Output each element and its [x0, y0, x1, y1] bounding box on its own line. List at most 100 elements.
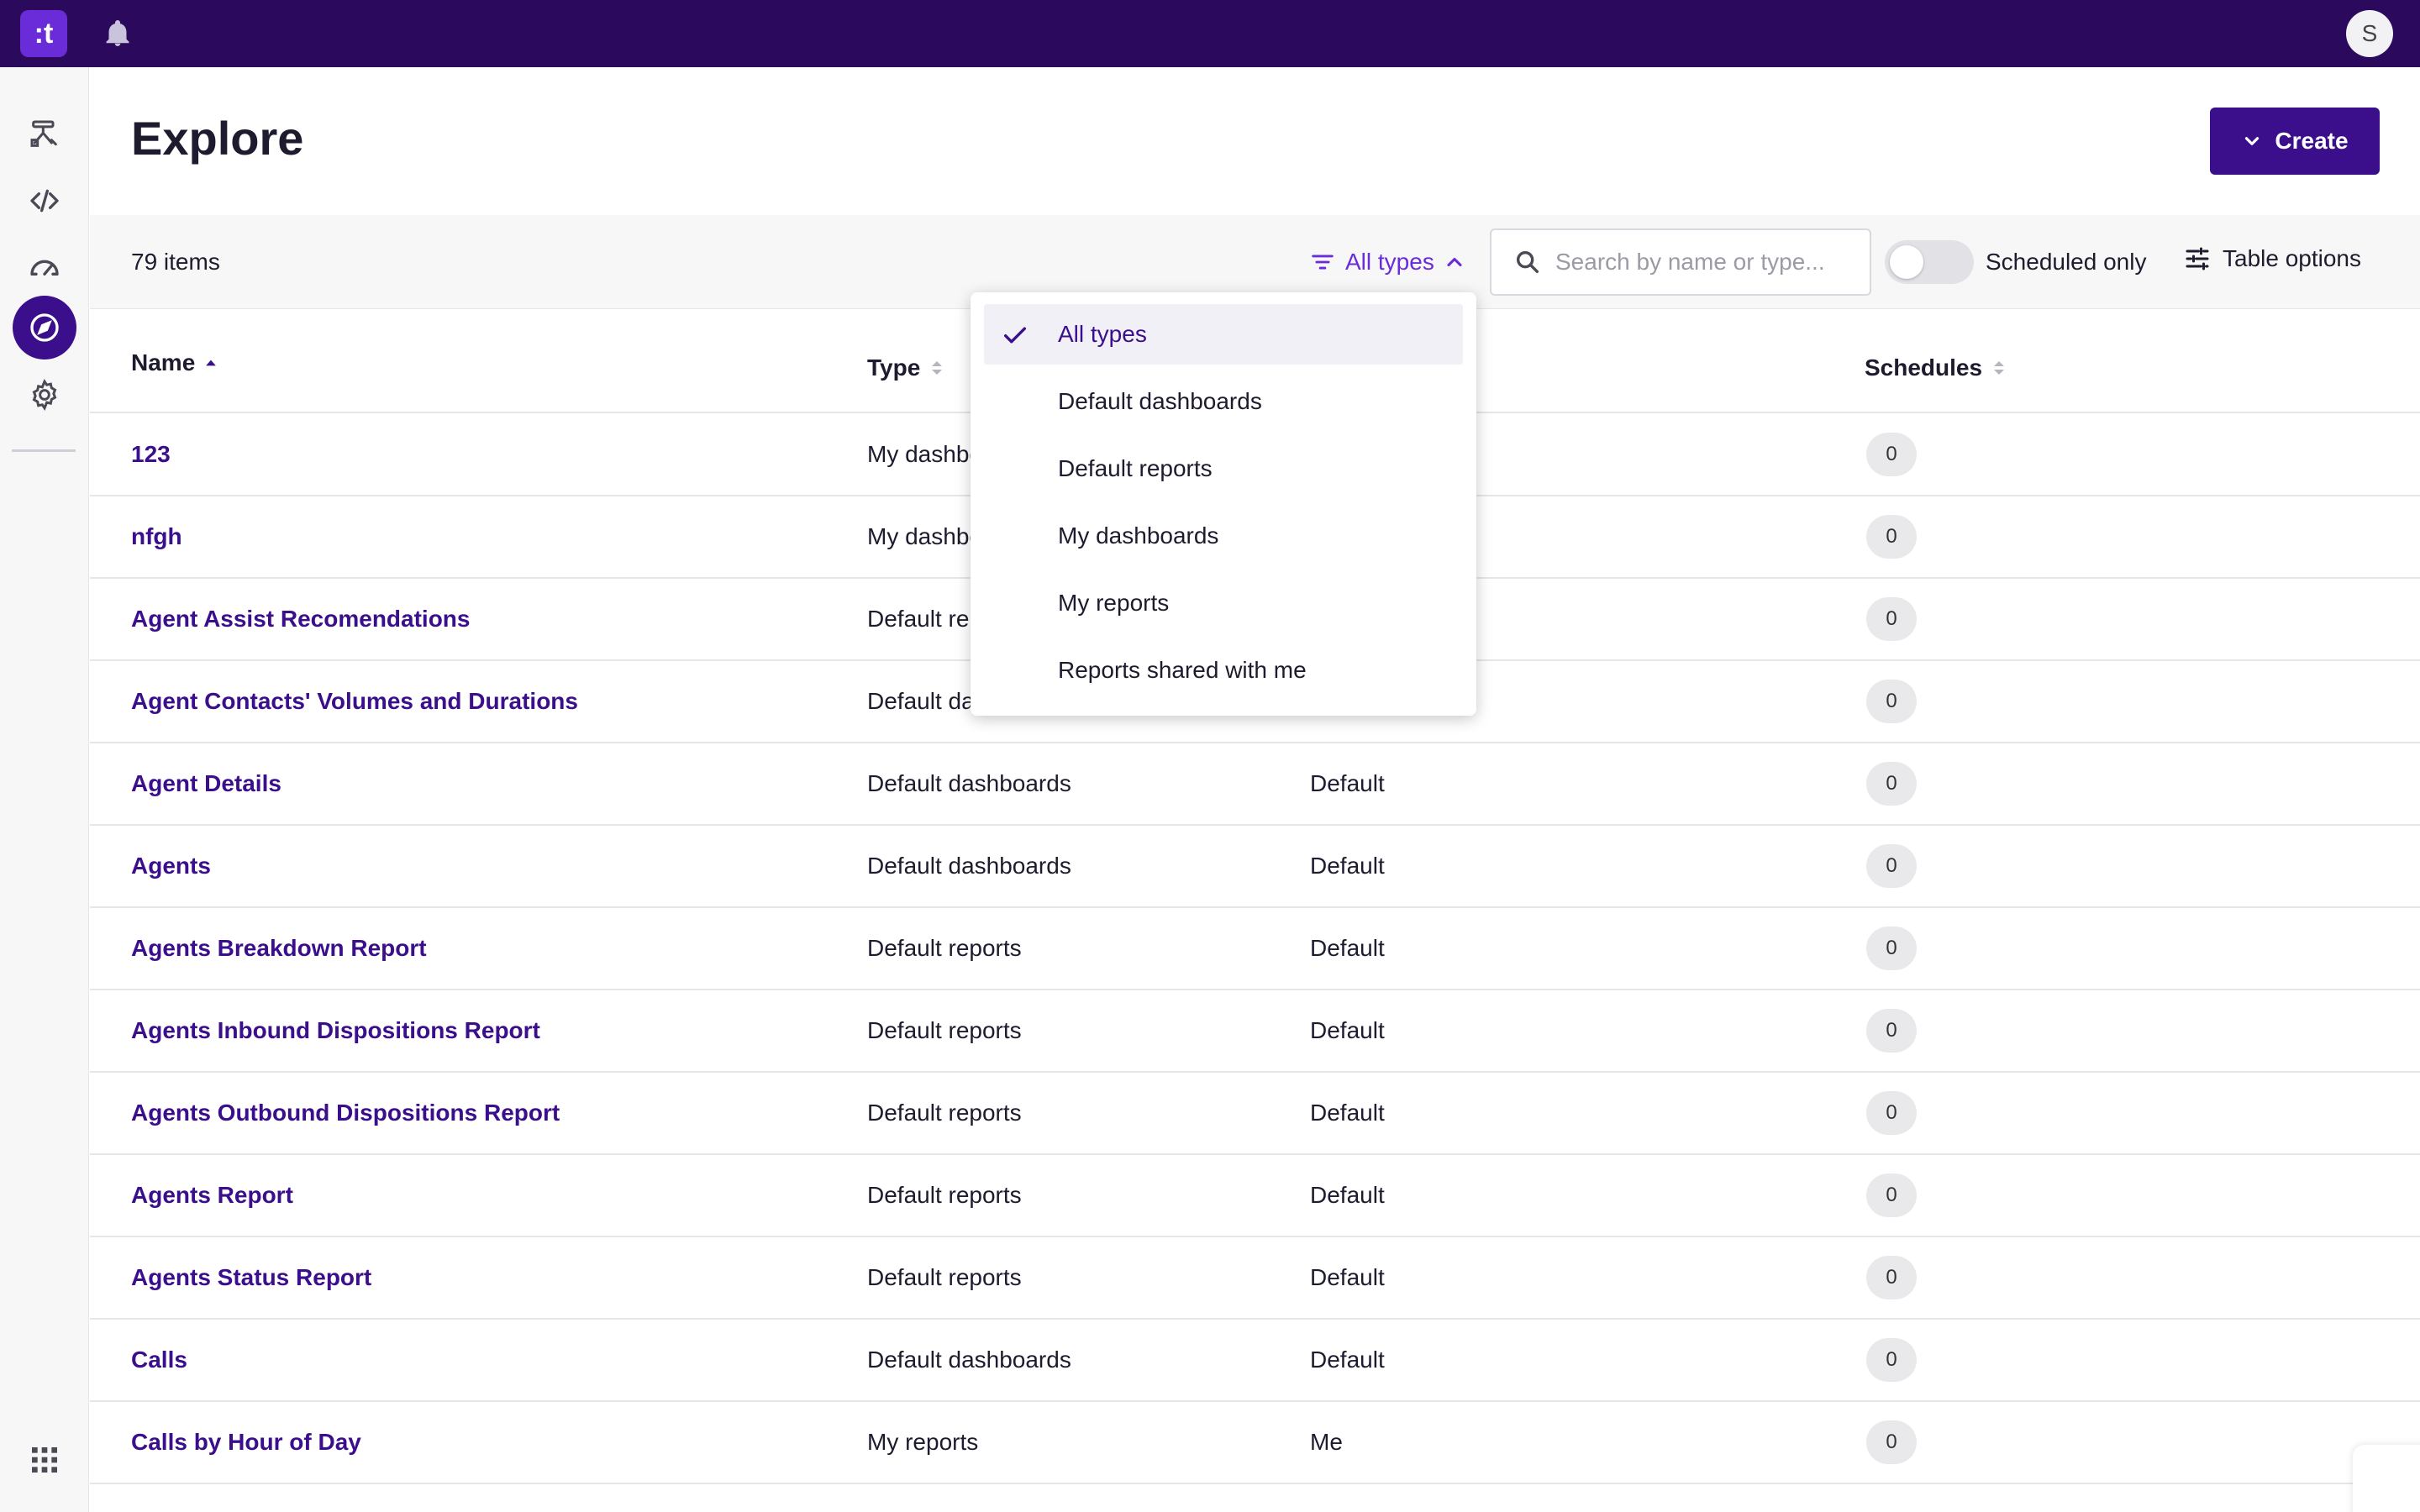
dropdown-option-reports-shared-with-me[interactable]: Reports shared with me [984, 640, 1463, 701]
top-bar: :t S [0, 0, 2420, 67]
row-type: My dashbo [867, 523, 982, 549]
row-name-link[interactable]: Agent Contacts' Volumes and Durations [131, 661, 578, 742]
schedules-count-badge: 0 [1866, 762, 1917, 806]
row-name-link[interactable]: Agent Details [131, 743, 281, 824]
type-filter-dropdown: All types Default dashboards Default rep… [971, 292, 1476, 716]
dropdown-option-my-dashboards[interactable]: My dashboards [984, 506, 1463, 566]
schedules-count-badge: 0 [1866, 1091, 1917, 1135]
dropdown-option-label: All types [1058, 321, 1147, 347]
table-options-label: Table options [2223, 245, 2362, 271]
type-filter-label: All types [1345, 249, 1434, 275]
row-owner: Default [1310, 1017, 1385, 1043]
dropdown-option-default-reports[interactable]: Default reports [984, 438, 1463, 499]
table-options-button[interactable]: Table options [2182, 244, 2361, 274]
dropdown-option-label: Default reports [1058, 455, 1213, 481]
speedometer-icon[interactable] [13, 235, 76, 299]
row-name-link[interactable]: 123 [131, 414, 171, 495]
row-type: Default dashboards [867, 853, 1071, 879]
table-row[interactable]: Agents Status Report Default reports Def… [90, 1237, 2420, 1320]
column-header-name-label: Name [131, 349, 196, 375]
search-icon [1516, 250, 1539, 274]
row-type: Default reports [867, 1182, 1022, 1208]
search-input[interactable] [1555, 249, 1858, 276]
row-owner: Default [1310, 770, 1385, 796]
row-name-link[interactable]: Agents Outbound Dispositions Report [131, 1073, 560, 1153]
sort-ascending-icon [206, 360, 217, 366]
left-nav-rail [0, 67, 89, 1512]
chevron-down-icon [2245, 137, 2260, 145]
filter-icon [1312, 255, 1334, 270]
row-type: Default dashboards [867, 770, 1071, 796]
checkmark-icon [1003, 327, 1027, 344]
sliders-icon [2186, 247, 2209, 270]
row-owner: Default [1310, 1182, 1385, 1208]
workflow-icon[interactable] [13, 102, 76, 166]
row-type: Default re [867, 606, 970, 632]
row-name-link[interactable]: Agent Assist Recomendations [131, 579, 470, 659]
column-header-schedules[interactable]: Schedules [1865, 354, 2007, 381]
row-owner: Default [1310, 1100, 1385, 1126]
row-name-link[interactable]: Agents Inbound Dispositions Report [131, 990, 540, 1071]
column-header-name[interactable]: Name [131, 349, 218, 376]
row-owner: Default [1310, 853, 1385, 879]
create-button-label: Create [2275, 128, 2349, 154]
schedules-count-badge: 0 [1866, 1420, 1917, 1464]
table-row[interactable]: Agents Breakdown Report Default reports … [90, 908, 2420, 990]
rail-divider [12, 449, 76, 452]
row-type: Default dashboards [867, 1347, 1071, 1373]
dropdown-option-label: My dashboards [1058, 522, 1219, 549]
table-row[interactable]: Agent Details Default dashboards Default… [90, 743, 2420, 826]
code-icon[interactable] [13, 169, 76, 233]
items-count: 79 items [131, 249, 220, 275]
row-type: Default reports [867, 1100, 1022, 1126]
toggle-knob [1890, 245, 1923, 279]
dropdown-option-my-reports[interactable]: My reports [984, 573, 1463, 633]
row-type: Default da [867, 688, 975, 714]
column-header-type[interactable]: Type [867, 354, 945, 381]
row-owner: Default [1310, 935, 1385, 961]
dropdown-option-label: Default dashboards [1058, 388, 1262, 414]
scheduled-only-toggle[interactable] [1885, 240, 1974, 284]
schedules-count-badge: 0 [1866, 515, 1917, 559]
row-name-link[interactable]: Agents [131, 826, 211, 906]
schedules-count-badge: 0 [1866, 680, 1917, 723]
bell-icon[interactable] [103, 18, 133, 49]
app-grid-icon[interactable] [13, 1428, 76, 1492]
table-row[interactable]: Agents Inbound Dispositions Report Defau… [90, 990, 2420, 1073]
page-title: Explore [131, 112, 304, 165]
row-type: Default reports [867, 1017, 1022, 1043]
table-row[interactable]: Agents Default dashboards Default 0 [90, 826, 2420, 908]
create-button[interactable]: Create [2210, 108, 2380, 175]
table-row[interactable]: Calls by Hour of Day My reports Me 0 [90, 1402, 2420, 1484]
row-type: Default reports [867, 1264, 1022, 1290]
schedules-count-badge: 0 [1866, 927, 1917, 970]
table-row[interactable]: Agents Report Default reports Default 0 [90, 1155, 2420, 1237]
row-name-link[interactable]: Agents Status Report [131, 1237, 371, 1318]
row-name-link[interactable]: Calls by Hour of Day [131, 1402, 361, 1483]
schedules-count-badge: 0 [1866, 1009, 1917, 1053]
row-name-link[interactable]: nfgh [131, 496, 182, 577]
row-type: My dashbo [867, 441, 982, 467]
schedules-count-badge: 0 [1866, 844, 1917, 888]
row-name-link[interactable]: Agents Breakdown Report [131, 908, 427, 989]
compass-icon[interactable] [13, 296, 76, 360]
row-name-link[interactable]: Calls [131, 1320, 187, 1400]
sort-icon [1994, 361, 2005, 375]
chevron-up-icon [1447, 257, 1462, 267]
table-row[interactable]: Agents Outbound Dispositions Report Defa… [90, 1073, 2420, 1155]
dropdown-option-label: My reports [1058, 590, 1170, 616]
dropdown-option-all-types[interactable]: All types [984, 304, 1463, 365]
column-header-type-label: Type [867, 354, 921, 381]
dropdown-option-default-dashboards[interactable]: Default dashboards [984, 371, 1463, 432]
schedules-count-badge: 0 [1866, 1338, 1917, 1382]
gear-icon[interactable] [13, 363, 76, 427]
table-row[interactable]: Calls Default dashboards Default 0 [90, 1320, 2420, 1402]
app-logo[interactable]: :t [20, 10, 67, 57]
search-box[interactable] [1490, 228, 1871, 296]
user-avatar[interactable]: S [2346, 10, 2393, 57]
row-owner: Default [1310, 1347, 1385, 1373]
help-widget[interactable] [2353, 1445, 2420, 1512]
type-filter-button[interactable]: All types [1308, 244, 1466, 281]
row-owner: Me [1310, 1429, 1343, 1455]
row-name-link[interactable]: Agents Report [131, 1155, 293, 1236]
